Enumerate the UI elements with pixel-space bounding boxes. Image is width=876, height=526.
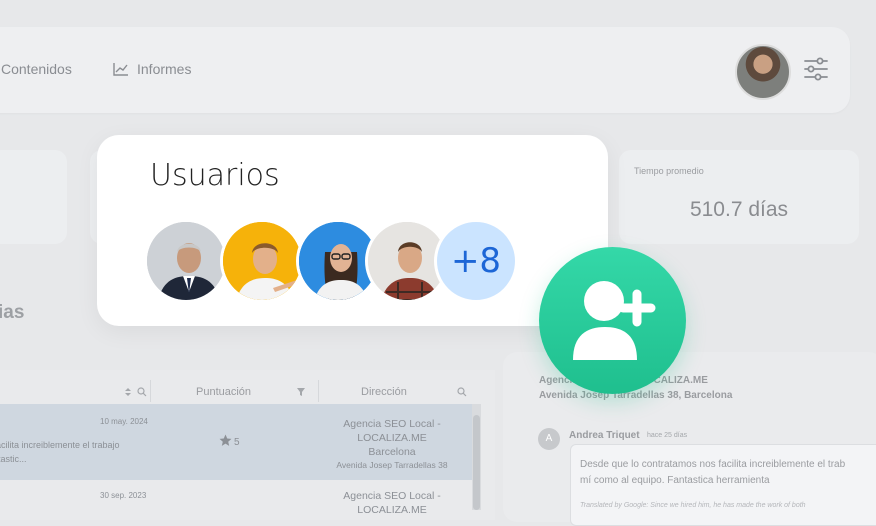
address-line: Agencia SEO Local - [343, 418, 441, 430]
nav-item-contenidos[interactable]: Contenidos [1, 61, 72, 77]
star-icon [219, 434, 232, 446]
user-avatar[interactable] [220, 219, 304, 303]
author-avatar: A [538, 428, 560, 450]
sliders-icon[interactable] [803, 56, 829, 82]
sort-icon[interactable] [123, 387, 133, 397]
tiempo-promedio-label: Tiempo promedio [634, 166, 704, 176]
section-heading: ias [0, 302, 25, 323]
scrollbar-thumb[interactable] [473, 415, 480, 510]
review-date: 30 sep. 2023 [100, 491, 147, 500]
address-line: Barcelona [368, 446, 416, 458]
search-icon[interactable] [137, 387, 147, 397]
review-text: tastic... [0, 454, 27, 464]
more-users-count[interactable]: +8 [434, 219, 518, 303]
add-user-button[interactable] [539, 247, 686, 394]
review-date: 10 may. 2024 [100, 417, 148, 426]
user-avatar[interactable] [735, 44, 791, 100]
review-time: hace 25 días [647, 432, 688, 439]
review-author: Andrea Triquet [569, 430, 640, 441]
column-divider [150, 380, 151, 402]
stat-card [0, 150, 67, 244]
header-puntuacion[interactable]: Puntuación [196, 386, 251, 398]
user-plus-icon [573, 281, 656, 360]
address-line: Avenida Josep Tarradellas 38 [336, 460, 448, 470]
review-text: acilita increiblemente el trabajo [0, 440, 120, 450]
nav-item-informes[interactable]: Informes [113, 61, 191, 77]
usuarios-title: Usuarios [150, 158, 280, 193]
line-chart-icon [113, 63, 128, 76]
address-line: Agencia SEO Local - [343, 490, 441, 502]
review-score: 5 [234, 437, 240, 448]
address-line: LOCALIZA.ME [357, 504, 427, 516]
column-divider [318, 380, 319, 402]
tiempo-promedio-value: 510.7 días [689, 198, 789, 221]
user-avatar[interactable] [144, 219, 228, 303]
header-direccion[interactable]: Dirección [361, 386, 407, 398]
filter-icon[interactable] [296, 387, 306, 397]
nav-contenidos-label: Contenidos [1, 61, 72, 77]
address-line: LOCALIZA.ME [357, 432, 427, 444]
stat-card-tiempo-promedio [619, 150, 859, 244]
search-icon[interactable] [457, 387, 467, 397]
review-text: Desde que lo contratamos nos facilita in… [580, 459, 846, 470]
nav-informes-label: Informes [137, 61, 192, 77]
review-text: mí como al equipo. Fantastica herramient… [580, 475, 770, 486]
translated-text: Translated by Google: Since we hired him… [580, 502, 806, 509]
